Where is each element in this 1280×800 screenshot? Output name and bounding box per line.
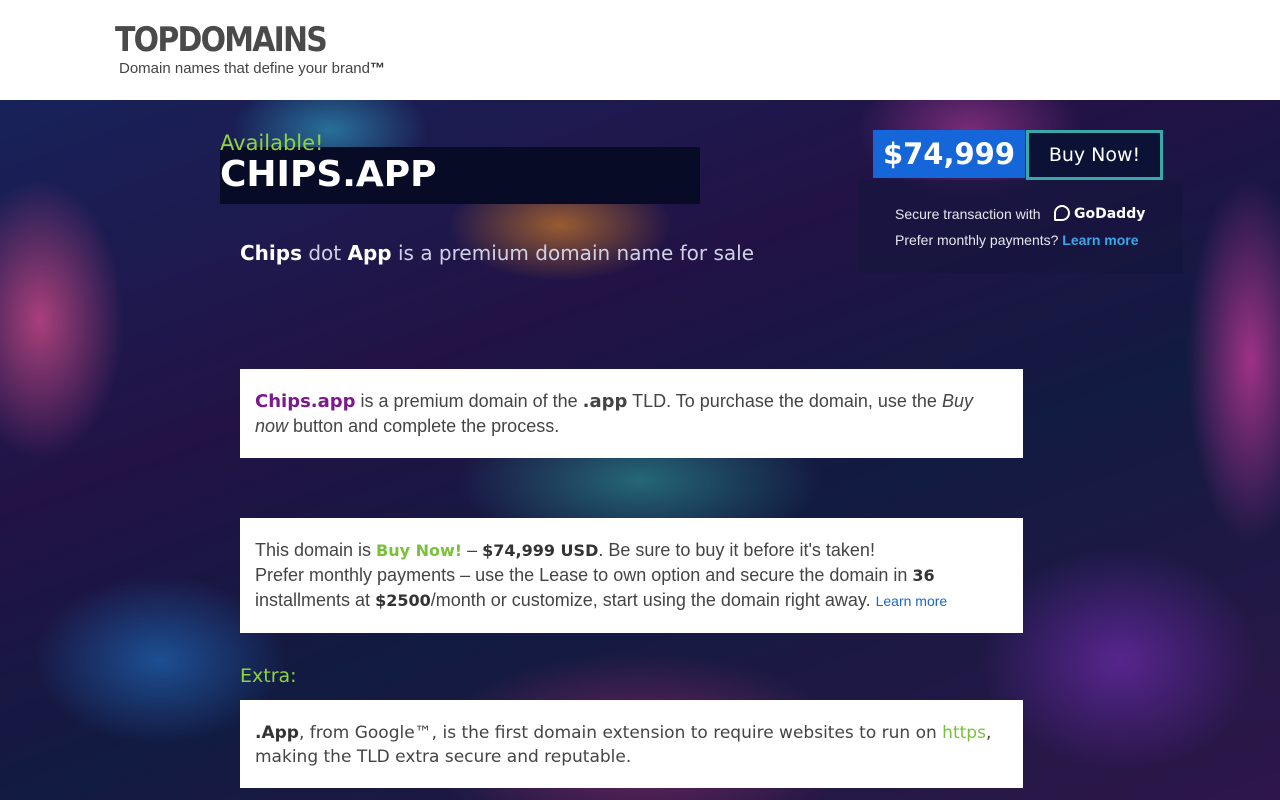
pricing-card: This domain is Buy Now! – $74,999 USD. B… xyxy=(240,518,1023,633)
lease-learn-more-link[interactable]: Learn more xyxy=(876,593,948,609)
buy-now-button[interactable]: Buy Now! xyxy=(1026,130,1163,180)
subtitle-dot: dot xyxy=(302,241,348,265)
subtitle-rest: is a premium domain name for sale xyxy=(391,241,754,265)
desc-text-1: is a premium domain of the xyxy=(355,391,583,411)
secure-transaction-text: Secure transaction with xyxy=(895,206,1041,222)
monthly-price: $2500 xyxy=(375,591,431,610)
description-card: Chips.app is a premium domain of the .ap… xyxy=(240,369,1023,458)
description-text: Chips.app is a premium domain of the .ap… xyxy=(255,389,1008,438)
domain-title: CHIPS.APP xyxy=(220,154,437,195)
pricing-dash: – xyxy=(462,540,483,560)
site-tagline: Domain names that define your brand™ xyxy=(119,59,385,79)
monthly-question: Prefer monthly payments? xyxy=(895,232,1059,248)
https-highlight: https xyxy=(942,723,986,743)
godaddy-brand: GoDaddy xyxy=(1074,206,1146,222)
extra-card: .App, from Google™, is the first domain … xyxy=(240,700,1023,788)
purchase-panel xyxy=(858,180,1183,273)
site-logo[interactable]: TOPDOMAINS xyxy=(115,20,328,60)
domain-name-highlight: Chips.app xyxy=(255,391,356,412)
extra-text-1: , from Google™, is the first domain exte… xyxy=(298,723,943,743)
subtitle-word-app: App xyxy=(347,241,392,265)
price-usd: $74,999 USD xyxy=(482,541,599,560)
monthly-payments-text: Prefer monthly payments? Learn more xyxy=(895,230,1139,250)
learn-more-link[interactable]: Learn more xyxy=(1062,232,1138,248)
installments-count: 36 xyxy=(912,566,935,585)
availability-label: Available! xyxy=(220,131,324,155)
site-header: TOPDOMAINS Domain names that define your… xyxy=(0,0,1280,100)
pricing-text-3: Prefer monthly payments – use the Lease … xyxy=(255,565,913,585)
tagline-text: Domain names that define your brand xyxy=(119,60,370,77)
domain-subtitle: Chips dot App is a premium domain name f… xyxy=(240,239,754,267)
pricing-text: This domain is Buy Now! – $74,999 USD. B… xyxy=(255,538,1008,614)
godaddy-logo: GoDaddy xyxy=(1054,204,1145,224)
godaddy-icon xyxy=(1054,205,1070,221)
tld-highlight: .app xyxy=(582,391,628,412)
pricing-text-2: . Be sure to buy it before it's taken! xyxy=(598,540,875,560)
buy-now-highlight: Buy Now! xyxy=(376,541,463,560)
extra-text: .App, from Google™, is the first domain … xyxy=(255,721,1008,769)
pricing-text-4: installments at xyxy=(255,590,376,610)
desc-text-2: TLD. To purchase the domain, use the xyxy=(627,391,942,411)
extra-heading: Extra: xyxy=(240,665,297,687)
desc-text-3: button and complete the process. xyxy=(288,416,560,436)
pricing-text-5: /month or customize, start using the dom… xyxy=(430,590,876,610)
subtitle-word-chips: Chips xyxy=(240,241,302,265)
app-tld: .App xyxy=(255,723,299,743)
price-tag: $74,999 xyxy=(873,130,1025,178)
tagline-tm: ™ xyxy=(369,60,385,77)
pricing-text-1: This domain is xyxy=(255,540,377,560)
